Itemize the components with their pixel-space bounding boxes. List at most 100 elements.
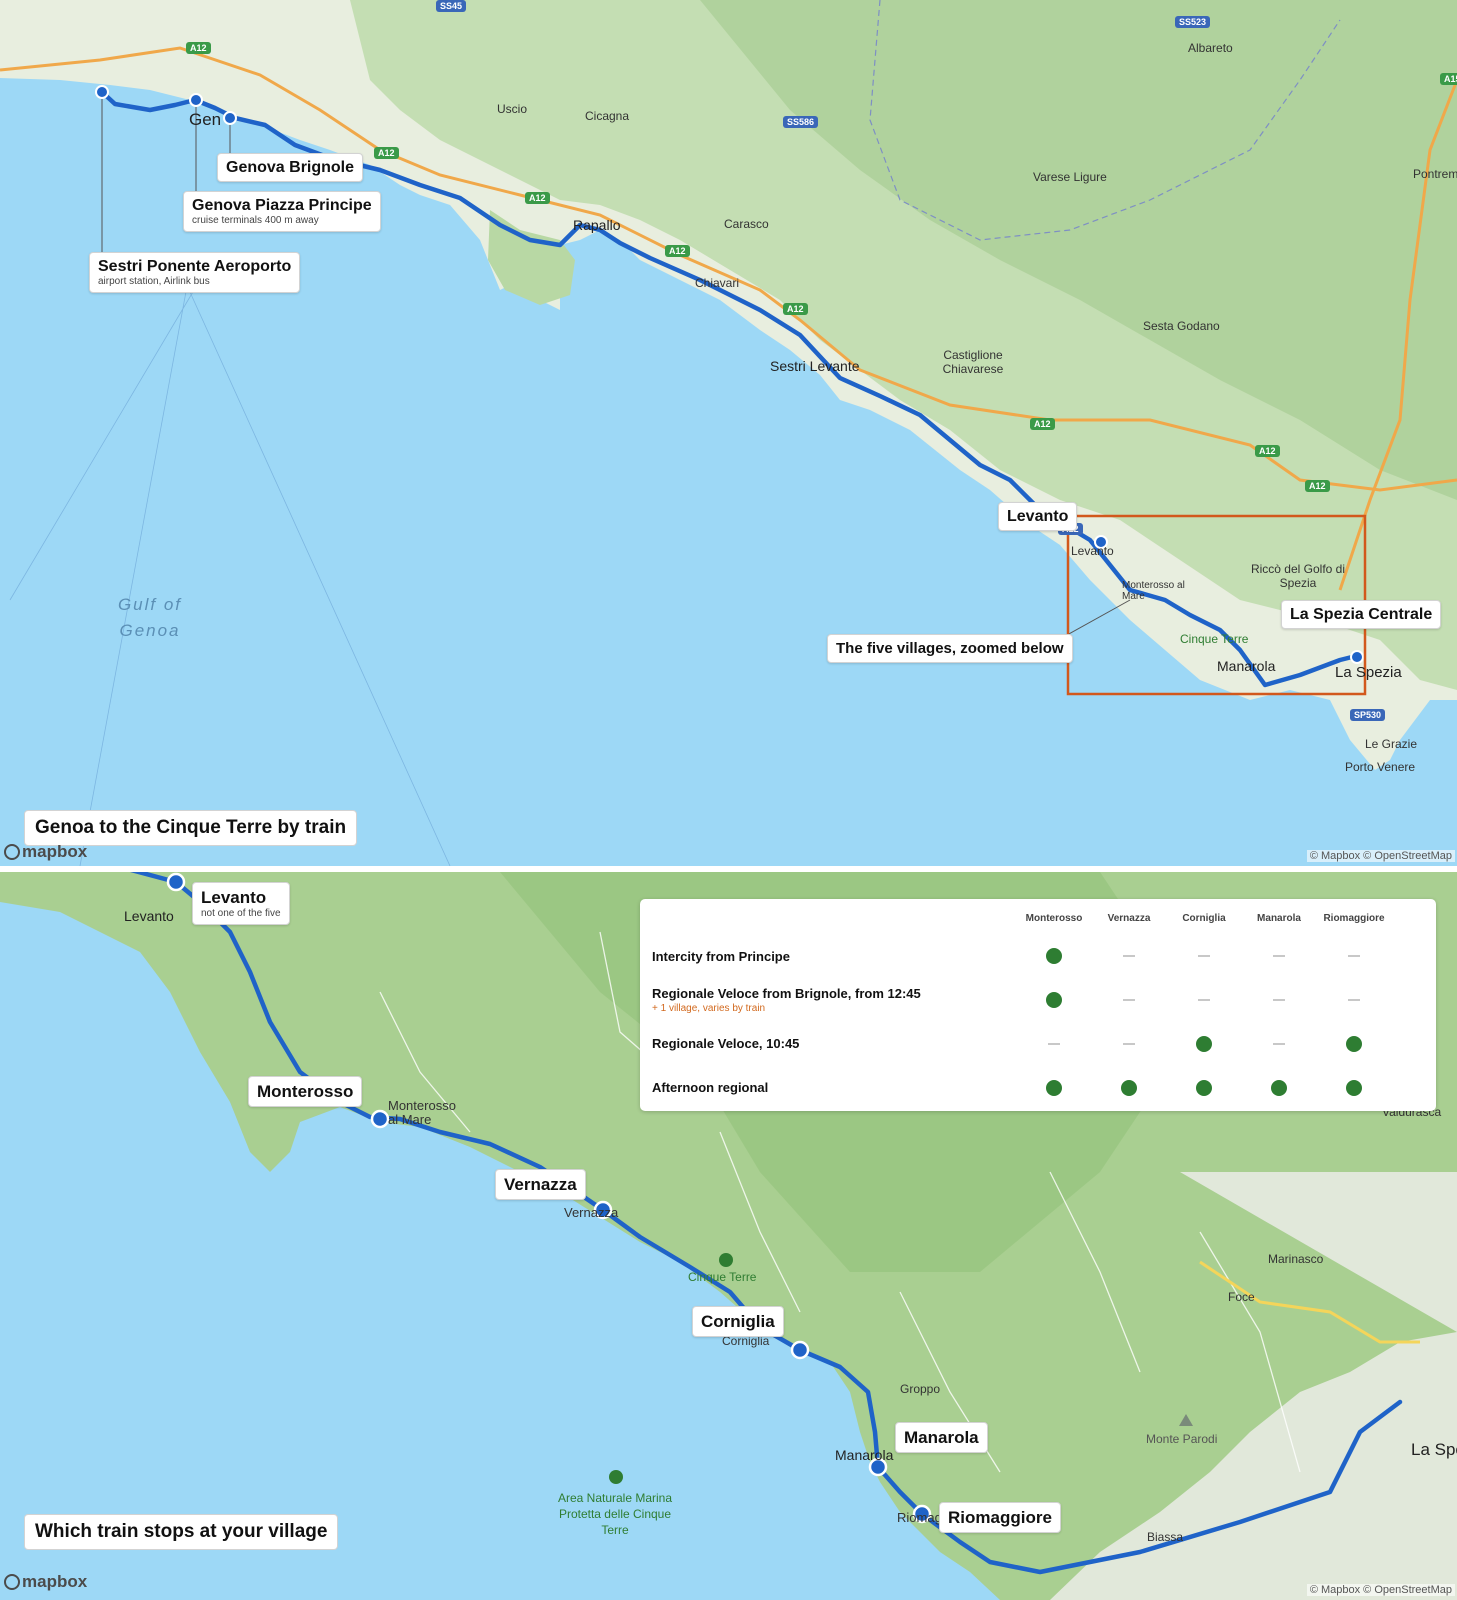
map-attribution[interactable]: © Mapbox © OpenStreetMap xyxy=(1306,1584,1455,1596)
place-name: Monterosso al Mare xyxy=(1122,580,1185,602)
table-row-label: Intercity from Principe xyxy=(652,949,790,964)
station-name: Sestri Ponente Aeroporto xyxy=(98,258,292,275)
station-note: not one of the five xyxy=(201,908,281,919)
place-name: Cicagna xyxy=(585,109,630,123)
stop-dot-brignole xyxy=(223,111,237,125)
station-label-riomaggiore[interactable]: Riomaggiore xyxy=(939,1502,1061,1533)
place-name: Porto Venere xyxy=(1345,760,1416,774)
mapbox-logo[interactable]: mapbox xyxy=(4,1572,87,1592)
stop-dot-principe xyxy=(189,93,203,107)
stop-yes-dot xyxy=(1271,1080,1287,1096)
station-label-manarola[interactable]: Manarola xyxy=(895,1422,988,1453)
road-shield: A12 xyxy=(1255,445,1280,457)
ferry-lines xyxy=(9,269,451,866)
road-shield: SS45 xyxy=(436,0,467,12)
place-name: Foce xyxy=(1228,1290,1255,1304)
table-column-header: Monterosso xyxy=(1025,913,1083,924)
station-label-genova-principe[interactable]: Genova Piazza Principe cruise terminals … xyxy=(183,191,381,232)
station-name: Monterosso xyxy=(257,1082,354,1101)
mapbox-logo[interactable]: mapbox xyxy=(4,842,87,862)
stop-no-dash xyxy=(1123,955,1135,957)
stop-no-dash xyxy=(1348,955,1360,957)
stop-dot-levanto xyxy=(166,872,186,892)
station-label-la-spezia[interactable]: La Spezia Centrale xyxy=(1281,600,1442,629)
stop-dot-monterosso xyxy=(370,1109,390,1129)
place-name: Uscio xyxy=(497,102,528,116)
road-shield: SS586 xyxy=(783,116,819,128)
place-name: Pontremoli xyxy=(1413,167,1457,181)
station-label-vernazza[interactable]: Vernazza xyxy=(495,1169,586,1200)
table-column-header: Manarola xyxy=(1257,913,1301,924)
station-label-sestri-ponente[interactable]: Sestri Ponente Aeroporto airport station… xyxy=(89,252,301,293)
water-name: Gulf of Genoa xyxy=(117,595,183,640)
stop-no-dash xyxy=(1123,1043,1135,1045)
place-name: Carasco xyxy=(724,217,769,231)
stop-yes-dot xyxy=(1046,992,1062,1008)
stop-no-dash xyxy=(1123,999,1135,1001)
road-shield: A12 xyxy=(1030,418,1055,430)
stop-yes-dot xyxy=(1196,1080,1212,1096)
road-shield: A15 xyxy=(1440,73,1457,85)
place-name: Sestri Levante xyxy=(770,358,860,374)
road-shield: SP530 xyxy=(1350,709,1386,721)
place-name: Vernazza xyxy=(564,1205,619,1220)
zoomed-map[interactable]: Levanto Monterosso al Mare Vernazza Cinq… xyxy=(0,872,1457,1600)
station-name: Levanto xyxy=(201,888,267,907)
stop-pattern-table: Monterosso Vernazza Corniglia Manarola R… xyxy=(640,899,1436,1111)
road-shield: SS523 xyxy=(1175,16,1211,28)
stop-no-dash xyxy=(1273,1043,1285,1045)
table-row-label: Regionale Veloce, 10:45 xyxy=(652,1036,800,1051)
station-name: Genova Brignole xyxy=(226,159,355,176)
station-label-levanto[interactable]: Levanto xyxy=(998,502,1078,531)
table-column-header: Riomaggiore xyxy=(1323,913,1385,924)
road-shield: A12 xyxy=(783,303,808,315)
road-shield: A12 xyxy=(525,192,550,204)
table-row-note: + 1 village, varies by train xyxy=(652,1003,766,1014)
place-name: Groppo xyxy=(900,1382,941,1396)
place-name: Manarola xyxy=(835,1447,894,1463)
stop-no-dash xyxy=(1273,999,1285,1001)
road-shield: A12 xyxy=(374,147,399,159)
map-title: Which train stops at your village xyxy=(24,1514,339,1550)
map-attribution[interactable]: © Mapbox © OpenStreetMap xyxy=(1306,850,1455,862)
place-name: Castiglione Chiavarese xyxy=(942,348,1004,376)
overview-map[interactable]: A12 A12 A12 A12 A12 A12 A12 A12 A12 SS45… xyxy=(0,0,1457,866)
mapbox-icon xyxy=(4,844,20,860)
table-row-label: Afternoon regional xyxy=(652,1080,769,1095)
station-name: Levanto xyxy=(1007,508,1069,525)
station-name: Riomaggiore xyxy=(948,1508,1052,1527)
station-label-monterosso[interactable]: Monterosso xyxy=(248,1076,363,1107)
station-label-corniglia[interactable]: Corniglia xyxy=(692,1306,784,1337)
inset-callout-text: The five villages, zoomed below xyxy=(836,640,1064,657)
stop-no-dash xyxy=(1048,1043,1060,1045)
stop-dot-la-spezia xyxy=(1350,650,1364,664)
station-name: La Spezia Centrale xyxy=(1290,606,1433,623)
table-column-header: Vernazza xyxy=(1107,913,1151,924)
place-name: Varese Ligure xyxy=(1033,170,1107,184)
place-name: Albareto xyxy=(1188,41,1233,55)
station-label-genova-brignole[interactable]: Genova Brignole xyxy=(217,153,364,182)
table-column-header: Corniglia xyxy=(1182,913,1226,924)
table-row-label: Regionale Veloce from Brignole, from 12:… xyxy=(652,986,921,1001)
poi-park-marker xyxy=(719,1253,733,1267)
station-name: Manarola xyxy=(904,1428,979,1447)
stop-dot-sestri xyxy=(95,85,109,99)
station-name: Vernazza xyxy=(504,1175,577,1194)
place-name: Monterosso al Mare xyxy=(388,1098,456,1127)
place-name: Biassa xyxy=(1147,1530,1184,1544)
stop-yes-dot xyxy=(1346,1080,1362,1096)
place-name: Marinasco xyxy=(1268,1252,1324,1266)
station-name: Corniglia xyxy=(701,1312,775,1331)
place-name: Cinque Terre xyxy=(1180,632,1249,646)
place-name: La Spezia xyxy=(1411,1440,1457,1459)
place-name: Cinque Terre xyxy=(688,1270,757,1284)
stop-no-dash xyxy=(1273,955,1285,957)
road-shield: A12 xyxy=(665,245,690,257)
place-name: Levanto xyxy=(1071,544,1114,558)
mapbox-icon xyxy=(4,1574,20,1590)
place-name: Le Grazie xyxy=(1365,737,1418,751)
road-shield: A12 xyxy=(1305,480,1330,492)
station-label-levanto[interactable]: Levanto not one of the five xyxy=(192,882,290,925)
stop-dot-corniglia xyxy=(790,1340,810,1360)
inset-callout-label[interactable]: The five villages, zoomed below xyxy=(827,634,1073,663)
